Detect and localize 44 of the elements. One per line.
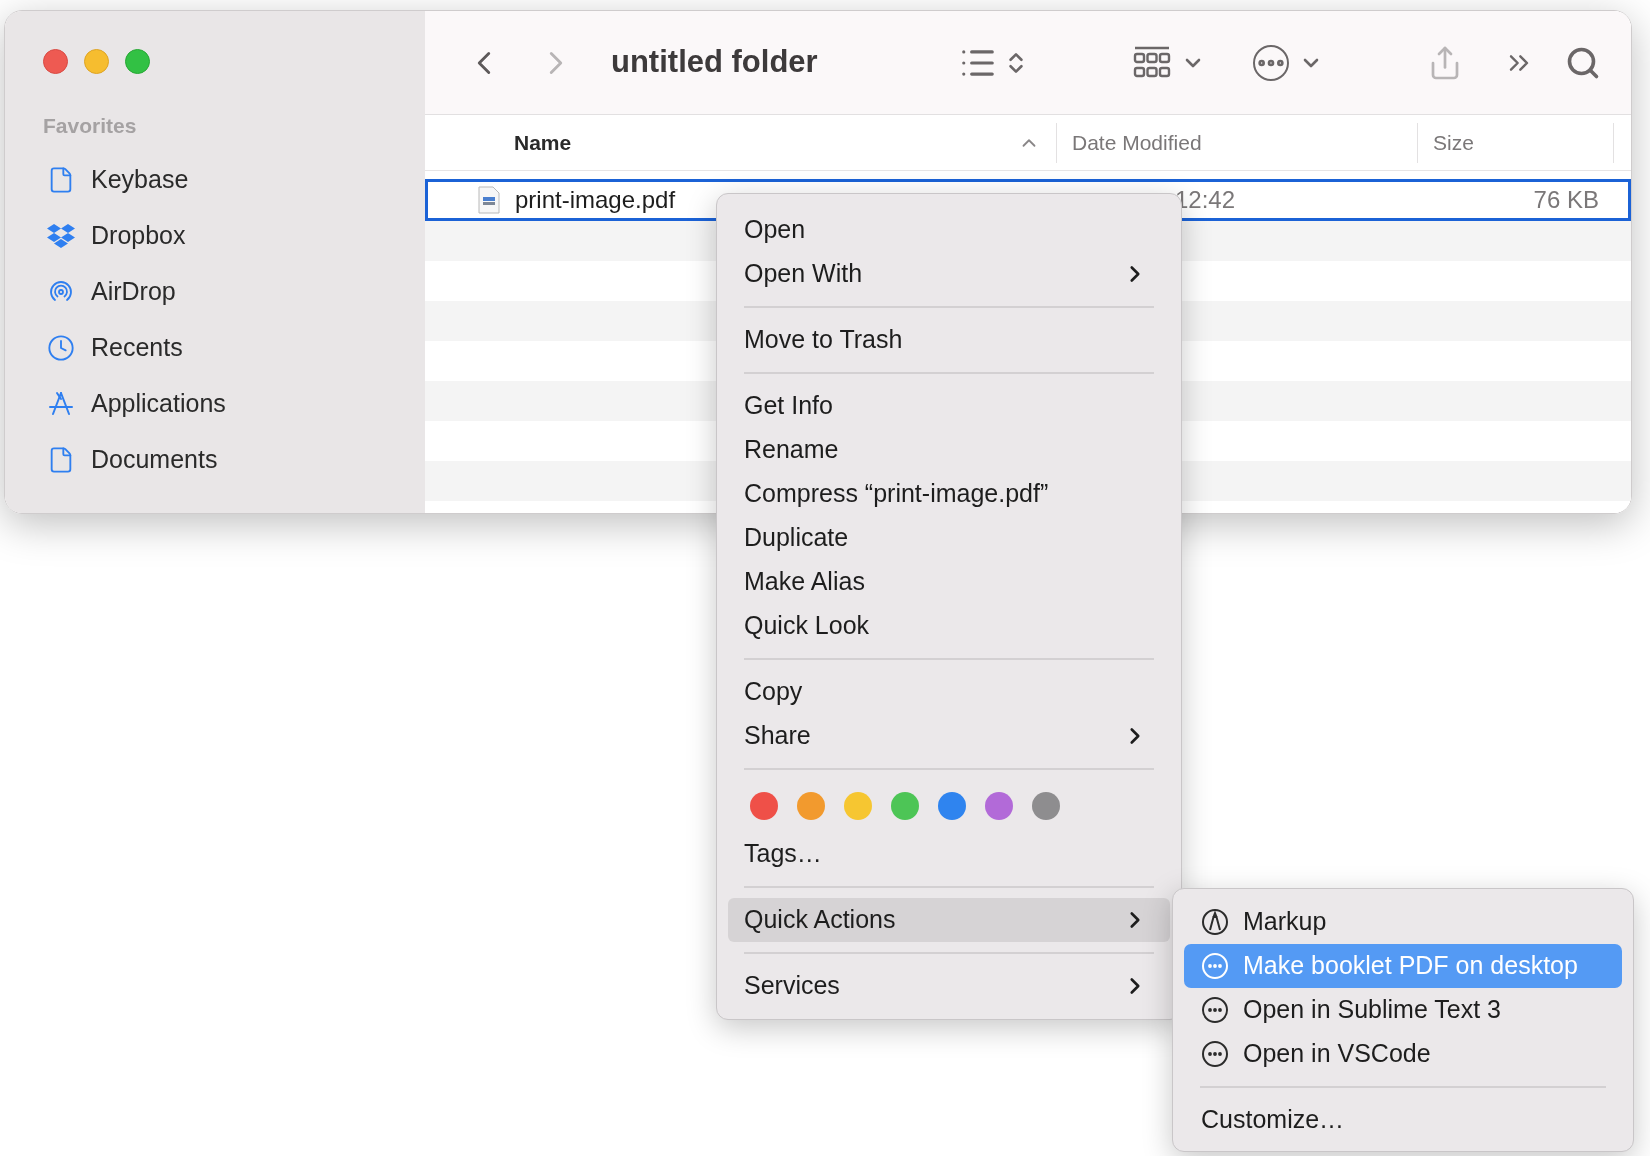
pdf-file-icon (478, 186, 500, 214)
app-store-icon (47, 389, 75, 418)
menu-item[interactable]: Move to Trash (728, 318, 1170, 362)
column-header[interactable]: Name (425, 126, 1056, 159)
menu-item[interactable]: Open With (728, 252, 1170, 296)
menu-item[interactable]: Share (728, 714, 1170, 758)
menu-item[interactable]: Quick Look (728, 604, 1170, 648)
sidebar-item[interactable]: Keybase (43, 151, 413, 208)
file-size: 76 KB (1532, 185, 1599, 215)
menu-item[interactable]: Make Alias (728, 560, 1170, 604)
sidebar-item[interactable]: Documents (43, 431, 413, 488)
icon-view-icon[interactable] (1133, 45, 1171, 80)
sidebar-heading: Favorites (43, 113, 137, 139)
sidebar-item[interactable]: AirDrop (43, 263, 413, 320)
ellipsis-circle-icon (1201, 996, 1229, 1024)
markup-icon (1201, 908, 1229, 936)
ellipsis-circle-icon (1201, 952, 1229, 980)
column-header[interactable]: Size (1417, 122, 1613, 163)
more-actions-icon[interactable] (1253, 44, 1289, 81)
dropbox-icon (47, 221, 75, 250)
sidebar-item[interactable]: Recents (43, 319, 413, 376)
menu-item[interactable]: Services (728, 964, 1170, 1008)
menu-item[interactable]: Customize… (1184, 1098, 1622, 1142)
menu-item[interactable]: Open in Sublime Text 3 (1184, 988, 1622, 1032)
close-button[interactable] (43, 49, 68, 74)
ellipsis-circle-icon (1201, 1040, 1229, 1068)
minimize-button[interactable] (84, 49, 109, 74)
menu-item[interactable]: Markup (1184, 900, 1622, 944)
menu-item[interactable]: Duplicate (728, 516, 1170, 560)
sidebar-item[interactable]: Applications (43, 375, 413, 432)
menu-item[interactable]: Quick Actions (728, 898, 1170, 942)
menu-item[interactable]: Get Info (728, 384, 1170, 428)
file-name: print-image.pdf (515, 185, 677, 215)
menu-item[interactable]: Compress “print-image.pdf” (728, 472, 1170, 516)
sidebar-item[interactable]: Dropbox (43, 207, 413, 264)
menu-item[interactable]: Tags… (728, 832, 1170, 876)
window-title: untitled folder (611, 43, 818, 82)
clock-icon (47, 333, 75, 362)
date-modified: 12:42 (1173, 185, 1235, 215)
zoom-button[interactable] (125, 49, 150, 74)
column-header[interactable]: Date Modified (1056, 122, 1417, 163)
menu-item[interactable]: Open in VSCode (1184, 1032, 1622, 1076)
menu-item[interactable]: Copy (728, 670, 1170, 714)
menu-item[interactable]: Rename (728, 428, 1170, 472)
